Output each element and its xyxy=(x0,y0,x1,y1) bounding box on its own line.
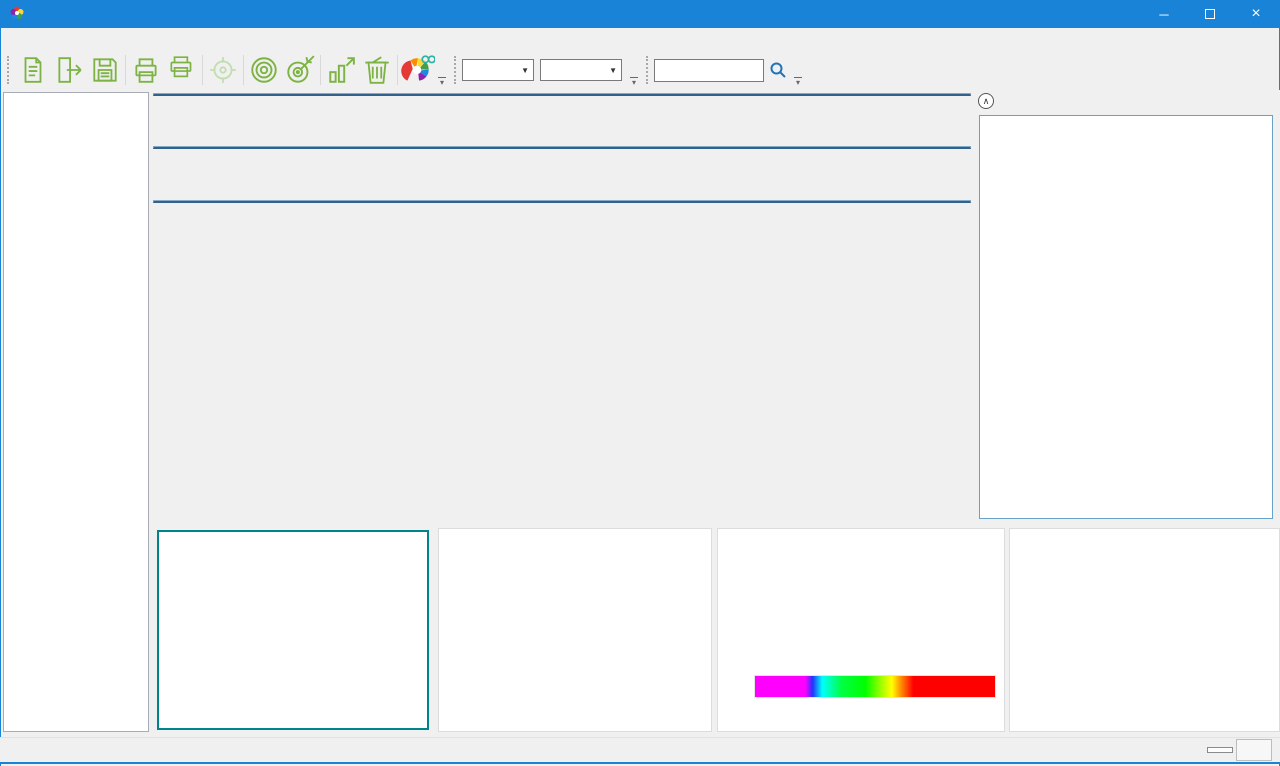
save-button[interactable] xyxy=(87,52,123,88)
toolbar-overflow-icon[interactable]: ▾ xyxy=(438,77,446,87)
close-button[interactable]: × xyxy=(1233,0,1279,28)
illuminant-select[interactable]: ▼ xyxy=(540,59,622,81)
panel-header: ∧ xyxy=(974,90,1280,112)
print-button[interactable] xyxy=(128,52,164,88)
chevron-down-icon: ▼ xyxy=(511,66,529,75)
color-search-button[interactable] xyxy=(400,52,436,88)
cie-lab-card xyxy=(979,115,1273,519)
export-button[interactable] xyxy=(51,52,87,88)
menubar xyxy=(1,28,1279,50)
delete-trash-button[interactable] xyxy=(359,52,395,88)
toolbar-separator xyxy=(125,55,126,85)
toolbar-separator xyxy=(320,55,321,85)
delta-ab-scatter-chart xyxy=(159,532,427,728)
toolbar-grip xyxy=(454,56,458,84)
chevron-down-icon: ▼ xyxy=(599,66,617,75)
maximize-button[interactable] xyxy=(1187,0,1233,28)
tolerance-table xyxy=(153,93,971,96)
sample-table xyxy=(153,200,971,203)
search-input[interactable] xyxy=(654,59,764,82)
measure-standard-button[interactable] xyxy=(246,52,282,88)
status-box xyxy=(1236,739,1272,761)
collapse-panel-icon[interactable]: ∧ xyxy=(978,93,994,109)
titlebar: ─ × xyxy=(1,0,1279,28)
reflectance-panel[interactable] xyxy=(717,528,1005,732)
toolbar-separator xyxy=(202,55,203,85)
minimize-button[interactable]: ─ xyxy=(1141,0,1187,28)
lab-gamut-panel[interactable] xyxy=(1009,528,1280,732)
sci-mode-select[interactable]: ▼ xyxy=(462,59,534,81)
print-word-button[interactable] xyxy=(164,52,200,88)
statusbar xyxy=(0,737,1280,764)
search-icon[interactable] xyxy=(764,52,792,88)
measure-sample-button[interactable] xyxy=(282,52,318,88)
toolbar-grip xyxy=(7,56,11,84)
toolbar-separator xyxy=(397,55,398,85)
toolbar-overflow-icon[interactable]: ▾ xyxy=(794,77,802,87)
calibrate-target-button[interactable] xyxy=(205,52,241,88)
delta-e-trend-panel[interactable] xyxy=(438,528,712,732)
new-document-button[interactable] xyxy=(15,52,51,88)
color-difference-panel: ∧ xyxy=(974,90,1280,521)
standard-table xyxy=(153,146,971,149)
sample-tree-panel xyxy=(3,92,149,732)
report-chart-button[interactable] xyxy=(323,52,359,88)
toolbar: ▾ ▼ ▼ ▾ ▾ xyxy=(1,50,1279,90)
toolbar-overflow-icon[interactable]: ▾ xyxy=(630,77,638,87)
toolbar-separator xyxy=(243,55,244,85)
toolbar-grip xyxy=(646,56,650,84)
delta-e-line-chart xyxy=(439,529,711,731)
spectrum-color-bar xyxy=(754,675,996,698)
app-logo-icon xyxy=(9,5,25,24)
delta-ab-chart-panel[interactable] xyxy=(157,530,429,730)
main-content: ∧ xyxy=(1,90,1280,737)
auto-mode-button[interactable] xyxy=(1207,747,1233,753)
